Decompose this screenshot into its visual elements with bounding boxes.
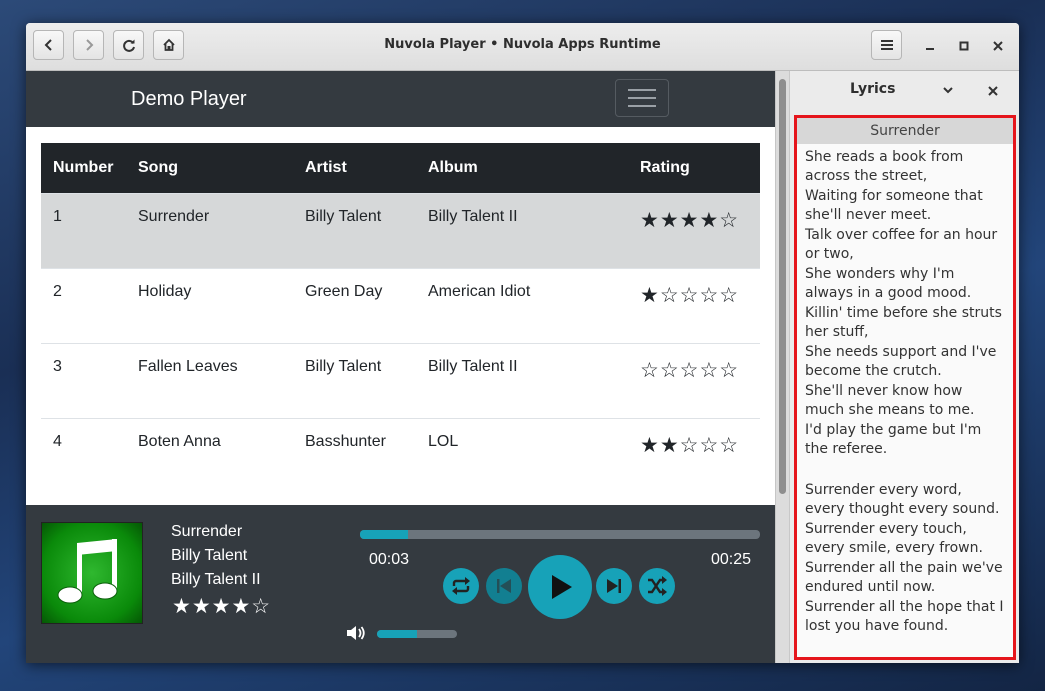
now-playing-song: Surrender [171, 523, 243, 540]
column-header-number: Number [41, 143, 126, 193]
progress-bar[interactable] [360, 530, 760, 539]
rating-stars[interactable]: ★★★★☆ [640, 208, 740, 233]
music-note-icon [57, 539, 118, 604]
cell-song: Holiday [126, 267, 293, 343]
skip-next-icon [607, 579, 621, 593]
lyrics-line [805, 460, 1005, 481]
cell-album: LOL [416, 417, 628, 493]
table-row[interactable]: 3 Fallen Leaves Billy Talent Billy Talen… [41, 342, 760, 418]
album-art [41, 522, 143, 624]
hamburger-menu-icon [628, 89, 656, 91]
volume-icon[interactable] [346, 624, 366, 647]
now-playing-artist: Billy Talent [171, 547, 248, 564]
cell-rating: ★☆☆☆☆ [628, 267, 760, 343]
app-window: Nuvola Player • Nuvola Apps Runtime Demo… [26, 23, 1019, 663]
repeat-button[interactable] [443, 568, 479, 604]
close-icon [988, 86, 998, 96]
next-track-button[interactable] [596, 568, 632, 604]
cell-song: Fallen Leaves [126, 342, 293, 418]
player-bar: Surrender Billy Talent Billy Talent II ★… [26, 505, 775, 663]
cell-rating: ☆☆☆☆☆ [628, 342, 760, 418]
shuffle-icon [648, 576, 667, 596]
close-icon [993, 41, 1003, 51]
elapsed-time: 00:03 [369, 551, 410, 568]
maximize-button[interactable] [955, 37, 973, 55]
sidebar-close-button[interactable] [988, 83, 998, 101]
lyrics-song-title: Surrender [797, 118, 1013, 144]
lyrics-line: Surrender every touch, every smile, ever… [805, 521, 983, 556]
maximize-icon [959, 41, 969, 51]
rating-stars[interactable]: ☆☆☆☆☆ [640, 358, 740, 383]
minimize-icon [926, 48, 934, 50]
cell-song: Surrender [126, 192, 293, 268]
lyrics-line: Talk over coffee for an hour or two, [805, 227, 998, 262]
cell-rating: ★★☆☆☆ [628, 417, 760, 493]
cell-song: Boten Anna [126, 417, 293, 493]
rating-stars[interactable]: ★★☆☆☆ [640, 433, 740, 458]
lyrics-line: She needs support and I've become the cr… [805, 344, 997, 379]
lyrics-line: She wonders why I'm always in a good moo… [805, 266, 972, 301]
app-menu-button[interactable] [871, 30, 902, 60]
total-time: 00:25 [711, 551, 752, 568]
web-view-scrollbar[interactable] [775, 71, 790, 663]
previous-track-button[interactable] [486, 568, 522, 604]
table-row[interactable]: 4 Boten Anna Basshunter LOL ★★☆☆☆ [41, 417, 760, 493]
cell-artist: Green Day [293, 267, 416, 343]
column-header-song: Song [126, 143, 293, 193]
web-view: Demo Player Number Song Artist Album Rat… [26, 71, 775, 663]
repeat-icon [452, 577, 470, 595]
table-row[interactable]: 2 Holiday Green Day American Idiot ★☆☆☆☆ [41, 267, 760, 343]
lyrics-line: She reads a book from across the street, [805, 149, 964, 184]
lyrics-line: I'd play the game but I'm the referee. [805, 422, 982, 457]
lyrics-sidebar: Lyrics Surrender She reads a book from a… [789, 71, 1019, 663]
lyrics-line: She'll never know how much she means to … [805, 383, 975, 418]
close-window-button[interactable] [989, 37, 1007, 55]
rating-stars[interactable]: ★☆☆☆☆ [640, 283, 740, 308]
navbar-toggle-button[interactable] [615, 79, 669, 117]
table-row[interactable]: 1 Surrender Billy Talent Billy Talent II… [41, 192, 760, 268]
lyrics-line: Surrender every word, every thought ever… [805, 482, 1000, 517]
cell-number: 1 [41, 192, 126, 268]
lyrics-line: Surrender all the hope that I lost you h… [805, 599, 1004, 634]
play-icon [552, 575, 572, 599]
play-button[interactable] [528, 555, 592, 619]
cell-artist: Basshunter [293, 417, 416, 493]
shuffle-button[interactable] [639, 568, 675, 604]
cell-artist: Billy Talent [293, 342, 416, 418]
song-table: Number Song Artist Album Rating 1 Surren… [41, 143, 760, 493]
scroll-thumb[interactable] [779, 79, 786, 494]
cell-album: American Idiot [416, 267, 628, 343]
now-playing-rating[interactable]: ★★★★☆ [172, 594, 271, 619]
cell-album: Billy Talent II [416, 342, 628, 418]
cell-rating: ★★★★☆ [628, 192, 760, 268]
navbar: Demo Player [26, 71, 775, 127]
chevron-down-icon[interactable] [942, 82, 954, 100]
skip-previous-icon [497, 579, 511, 593]
cell-number: 3 [41, 342, 126, 418]
cell-number: 4 [41, 417, 126, 493]
cell-album: Billy Talent II [416, 192, 628, 268]
volume-fill [377, 630, 417, 638]
lyrics-line: Waiting for someone that she'll never me… [805, 188, 983, 223]
cell-number: 2 [41, 267, 126, 343]
navbar-brand[interactable]: Demo Player [131, 88, 247, 111]
hamburger-menu-icon [880, 40, 893, 50]
now-playing-album: Billy Talent II [171, 571, 261, 588]
table-header-row: Number Song Artist Album Rating [41, 143, 760, 193]
title-bar: Nuvola Player • Nuvola Apps Runtime [26, 23, 1019, 71]
cell-artist: Billy Talent [293, 192, 416, 268]
column-header-artist: Artist [293, 143, 416, 193]
sidebar-title[interactable]: Lyrics [850, 81, 895, 97]
progress-fill [360, 530, 408, 539]
lyrics-panel[interactable]: Surrender She reads a book from across t… [794, 115, 1016, 660]
column-header-rating: Rating [628, 143, 760, 193]
lyrics-line: Killin' time before she struts her stuff… [805, 305, 1002, 340]
lyrics-line: Surrender all the pain we've endured unt… [805, 560, 1003, 595]
lyrics-text: She reads a book from across the street,… [797, 144, 1013, 636]
column-header-album: Album [416, 143, 628, 193]
volume-slider[interactable] [377, 630, 457, 638]
minimize-button[interactable] [921, 37, 939, 55]
